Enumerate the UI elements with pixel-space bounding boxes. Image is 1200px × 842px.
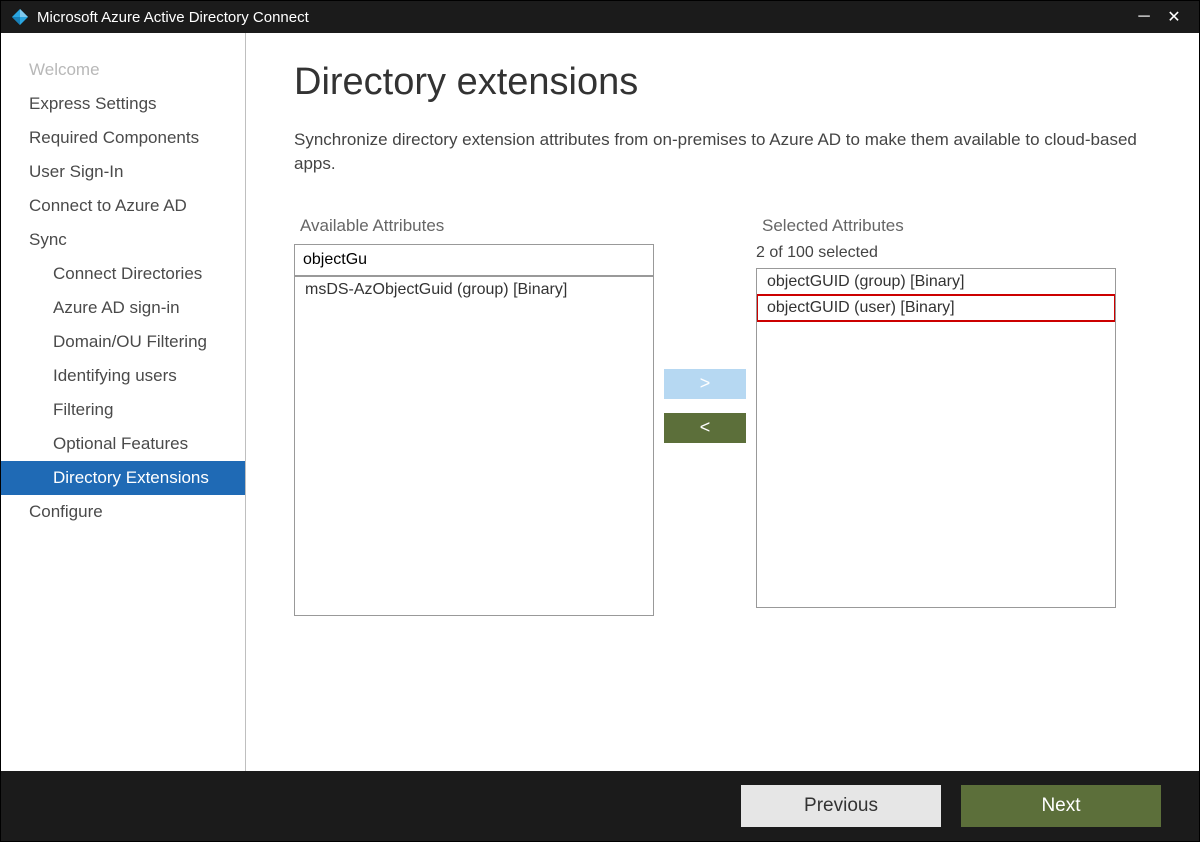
selected-column: Selected Attributes 2 of 100 selected ob… [756, 216, 1116, 608]
available-search-input[interactable] [294, 244, 654, 276]
nav-item-connect-to-azure-ad[interactable]: Connect to Azure AD [1, 189, 245, 223]
transfer-buttons: > < [664, 216, 746, 596]
nav-item-connect-directories[interactable]: Connect Directories [1, 257, 245, 291]
selected-label: Selected Attributes [762, 216, 1116, 236]
selected-listbox[interactable]: objectGUID (group) [Binary]objectGUID (u… [756, 268, 1116, 608]
body-area: WelcomeExpress SettingsRequired Componen… [1, 33, 1199, 771]
nav-item-identifying-users[interactable]: Identifying users [1, 359, 245, 393]
main-content: Directory extensions Synchronize directo… [246, 33, 1199, 771]
nav-item-sync[interactable]: Sync [1, 223, 245, 257]
nav-item-welcome: Welcome [1, 53, 245, 87]
footer-bar: Previous Next [1, 771, 1199, 841]
nav-item-configure[interactable]: Configure [1, 495, 245, 529]
nav-item-directory-extensions[interactable]: Directory Extensions [1, 461, 245, 495]
selected-item[interactable]: objectGUID (group) [Binary] [757, 269, 1115, 295]
title-bar: Microsoft Azure Active Directory Connect… [1, 1, 1199, 33]
add-attribute-button[interactable]: > [664, 369, 746, 399]
selected-count: 2 of 100 selected [756, 244, 1116, 262]
nav-item-filtering[interactable]: Filtering [1, 393, 245, 427]
nav-item-domain-ou-filtering[interactable]: Domain/OU Filtering [1, 325, 245, 359]
sidebar: WelcomeExpress SettingsRequired Componen… [1, 33, 246, 771]
available-column: Available Attributes msDS-AzObjectGuid (… [294, 216, 654, 616]
next-button[interactable]: Next [961, 785, 1161, 827]
remove-attribute-button[interactable]: < [664, 413, 746, 443]
close-button[interactable]: ✕ [1159, 7, 1189, 27]
page-description: Synchronize directory extension attribut… [294, 128, 1151, 176]
nav-item-required-components[interactable]: Required Components [1, 121, 245, 155]
attribute-columns: Available Attributes msDS-AzObjectGuid (… [294, 216, 1151, 616]
minimize-button[interactable]: ─ [1129, 8, 1159, 26]
app-icon [11, 8, 29, 26]
page-title: Directory extensions [294, 61, 1151, 104]
nav-item-express-settings[interactable]: Express Settings [1, 87, 245, 121]
app-window: Microsoft Azure Active Directory Connect… [0, 0, 1200, 842]
previous-button[interactable]: Previous [741, 785, 941, 827]
nav-item-azure-ad-sign-in[interactable]: Azure AD sign-in [1, 291, 245, 325]
available-item[interactable]: msDS-AzObjectGuid (group) [Binary] [295, 277, 653, 303]
nav-item-user-sign-in[interactable]: User Sign-In [1, 155, 245, 189]
available-label: Available Attributes [300, 216, 654, 236]
nav-item-optional-features[interactable]: Optional Features [1, 427, 245, 461]
available-listbox[interactable]: msDS-AzObjectGuid (group) [Binary] [294, 276, 654, 616]
selected-item[interactable]: objectGUID (user) [Binary] [757, 295, 1115, 321]
window-title: Microsoft Azure Active Directory Connect [37, 9, 1129, 26]
